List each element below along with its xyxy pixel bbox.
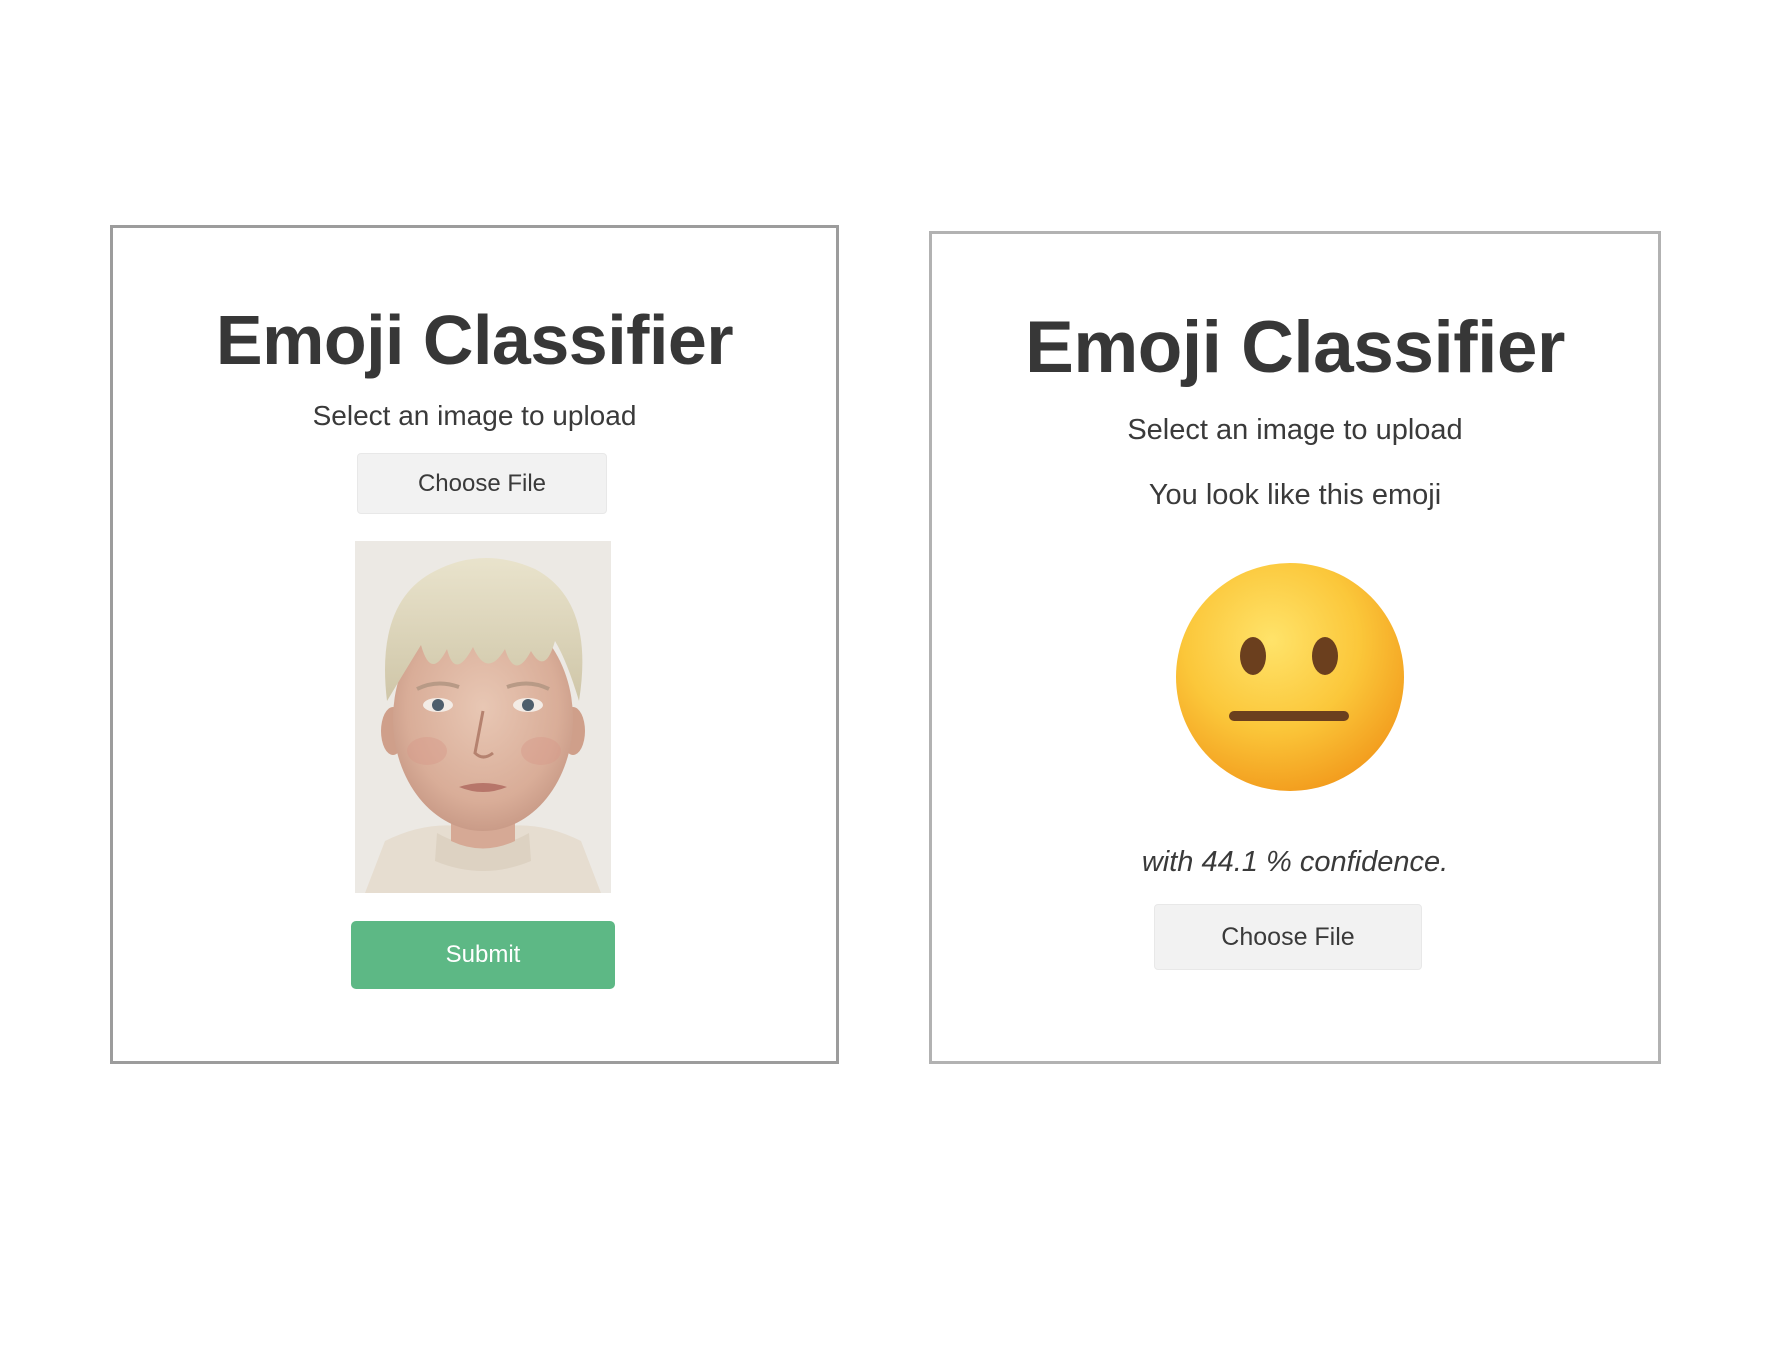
upload-instruction: Select an image to upload: [312, 400, 637, 431]
choose-file-button[interactable]: Choose File: [357, 453, 607, 514]
neutral-face-icon: [1173, 560, 1407, 794]
stage: Emoji Classifier Select an image to uplo…: [0, 0, 1766, 1352]
submit-button[interactable]: Submit: [351, 921, 615, 989]
result-panel: Emoji Classifier Select an image to uplo…: [929, 231, 1661, 1064]
upload-panel: Emoji Classifier Select an image to uplo…: [110, 225, 839, 1064]
page-title: Emoji Classifier: [1025, 307, 1565, 388]
face-photo: [355, 541, 611, 893]
upload-instruction: Select an image to upload: [1127, 414, 1463, 446]
uploaded-image-preview: [355, 541, 611, 893]
confidence-text: with 44.1 % confidence.: [1141, 846, 1449, 878]
page-title: Emoji Classifier: [215, 301, 734, 379]
choose-file-button[interactable]: Choose File: [1154, 904, 1422, 970]
result-label: You look like this emoji: [1148, 479, 1442, 511]
